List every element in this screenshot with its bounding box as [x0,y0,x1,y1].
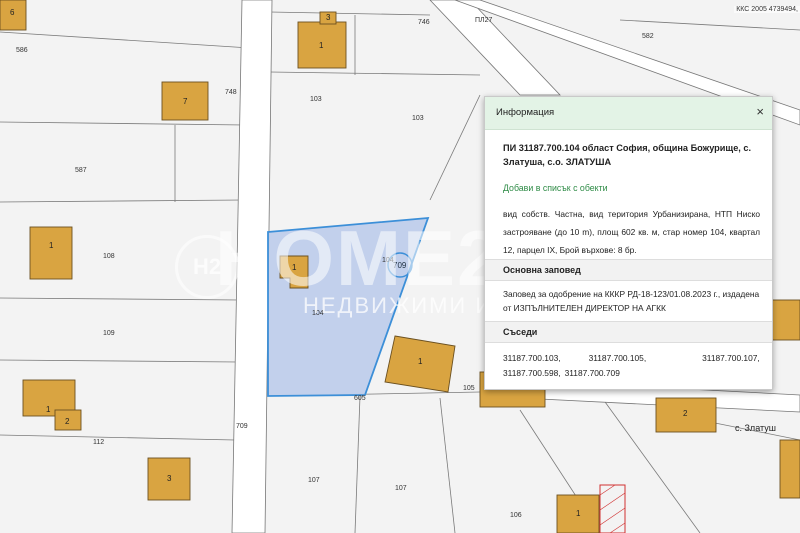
svg-text:1: 1 [418,357,423,366]
svg-text:7: 7 [183,97,188,106]
coordinate-readout: ККС 2005 4739494, [734,6,800,13]
neighbor-item[interactable]: 31187.700.103, [503,351,589,366]
svg-text:109: 109 [103,330,115,337]
parcel-description: вид собств. Частна, вид територия Урбани… [503,209,760,255]
svg-text:103: 103 [412,115,424,122]
svg-text:104: 104 [382,257,394,264]
info-panel-header: Информация × [485,97,772,130]
parcel-title: ПИ 31187.700.104 област София, община Бо… [503,143,752,167]
svg-text:586: 586 [16,47,28,54]
close-icon[interactable]: × [756,104,764,120]
svg-text:746: 746 [418,19,430,26]
svg-text:6: 6 [10,8,15,17]
svg-text:1: 1 [292,263,297,272]
svg-text:1: 1 [46,405,51,414]
svg-text:582: 582 [642,33,654,40]
svg-text:107: 107 [308,477,320,484]
svg-text:107: 107 [395,485,407,492]
neighbor-item[interactable]: 31187.700.105, [589,351,675,366]
locality-label: с. Златуш [735,423,776,433]
neighbor-item[interactable]: 31187.700.709 [565,366,620,381]
add-to-list-link[interactable]: Добави в списък с обекти [503,183,760,193]
svg-text:709: 709 [393,261,407,270]
svg-text:103: 103 [310,96,322,103]
svg-text:104: 104 [312,310,324,317]
svg-text:112: 112 [93,439,104,446]
svg-text:587: 587 [75,167,87,174]
svg-text:ПЛ27: ПЛ27 [475,17,493,24]
svg-text:106: 106 [510,512,522,519]
info-panel-body: ПИ 31187.700.104 област София, община Бо… [485,141,772,381]
order-heading: Основна заповед [485,259,772,281]
svg-text:2: 2 [683,409,688,418]
neighbor-item[interactable]: 31187.700.598, [503,366,561,381]
svg-text:748: 748 [225,89,237,96]
svg-text:3: 3 [167,474,172,483]
svg-text:2: 2 [65,417,70,426]
neighbors-heading: Съседи [485,321,772,343]
neighbor-item[interactable]: 31187.700.107, [674,351,760,366]
svg-text:1: 1 [576,509,581,518]
svg-text:3: 3 [326,13,331,22]
svg-text:1: 1 [319,41,324,50]
svg-text:108: 108 [103,253,115,260]
svg-text:605: 605 [354,395,366,402]
info-panel-title: Информация [496,107,555,118]
svg-text:105: 105 [463,385,475,392]
neighbors-list: 31187.700.103, 31187.700.105, 31187.700.… [503,343,760,381]
svg-text:1: 1 [49,241,54,250]
info-panel: Информация × ПИ 31187.700.104 област Соф… [484,96,773,390]
svg-text:709: 709 [236,423,248,430]
order-text: Заповед за одобрение на КККР РД-18-123/0… [503,289,760,313]
